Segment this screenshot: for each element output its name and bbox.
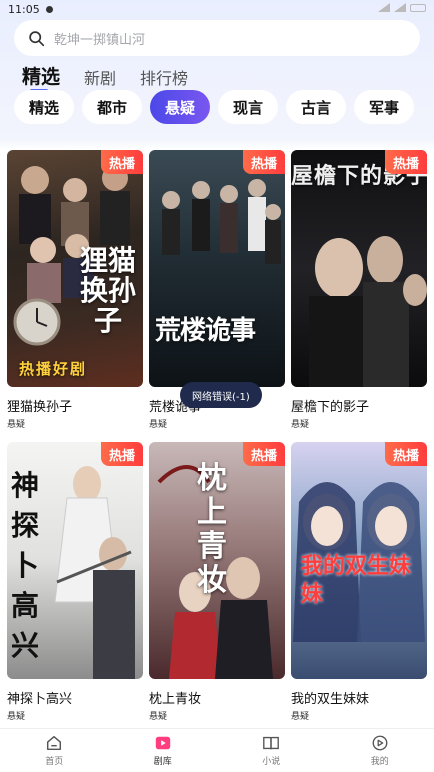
drama-title[interactable]: 我的双生妹妹 <box>291 688 427 707</box>
search-bar[interactable]: 乾坤一掷镇山河 <box>14 20 420 56</box>
status-bar: 11:05 <box>0 0 434 18</box>
category-urban[interactable]: 都市 <box>82 90 142 124</box>
hot-badge: 热播 <box>242 150 285 174</box>
hot-badge: 热播 <box>384 442 427 466</box>
category-featured[interactable]: 精选 <box>14 90 74 124</box>
hot-badge: 热播 <box>100 150 143 174</box>
drama-genre-tag: 悬疑 <box>7 712 26 722</box>
battery-icon <box>410 3 426 12</box>
cover-caption: 热播好剧 <box>19 360 88 378</box>
hot-badge: 热播 <box>384 150 427 174</box>
home-icon <box>47 735 62 751</box>
hot-badge: 热播 <box>100 442 143 466</box>
drama-card[interactable]: 狸猫换孙子 热播好剧 热播 狸猫换孙子 悬疑 <box>7 150 143 430</box>
drama-cover[interactable]: 神探卜高兴 热播 <box>7 442 143 679</box>
cover-title: 我的双生妹妹 <box>301 553 412 607</box>
top-tabs: 精选 新剧 排行榜 <box>22 62 188 92</box>
status-icons <box>378 3 426 12</box>
drama-title[interactable]: 狸猫换孙子 <box>7 396 143 415</box>
tab-new[interactable]: 新剧 <box>84 65 116 89</box>
drama-genre-tag: 悬疑 <box>291 712 310 722</box>
notification-icon <box>45 5 53 13</box>
cover-art <box>162 179 281 264</box>
drama-genre-tag: 悬疑 <box>149 420 168 430</box>
nav-label: 首页 <box>45 757 64 767</box>
category-ancient-romance[interactable]: 古言 <box>286 90 346 124</box>
drama-card[interactable]: 屋檐下的影子 热播 屋檐下的影子 悬疑 <box>291 150 427 430</box>
drama-card[interactable]: 神探卜高兴 热播 神探卜高兴 悬疑 <box>7 442 143 722</box>
nav-home[interactable]: 首页 <box>0 729 109 772</box>
drama-cover[interactable]: 我的双生妹妹 热播 <box>291 442 427 679</box>
tab-featured[interactable]: 精选 <box>22 62 60 92</box>
cover-title: 荒楼诡事 <box>155 316 256 346</box>
drama-card[interactable]: 枕上青妆 热播 枕上青妆 悬疑 <box>149 442 285 722</box>
drama-title[interactable]: 枕上青妆 <box>149 688 285 707</box>
category-chips: 精选 都市 悬疑 现言 古言 军事 <box>14 90 414 124</box>
category-suspense[interactable]: 悬疑 <box>150 90 210 124</box>
profile-icon <box>372 735 388 751</box>
tab-ranking[interactable]: 排行榜 <box>140 65 188 89</box>
error-toast: 网络错误(-1) <box>180 382 262 408</box>
search-placeholder: 乾坤一掷镇山河 <box>54 32 146 48</box>
play-icon <box>155 736 170 750</box>
drama-cover[interactable]: 屋檐下的影子 热播 <box>291 150 427 387</box>
cover-title: 枕上青妆 <box>197 461 227 598</box>
category-military[interactable]: 军事 <box>354 90 414 124</box>
drama-cover[interactable]: 狸猫换孙子 热播好剧 热播 <box>7 150 143 387</box>
hot-badge: 热播 <box>242 442 285 466</box>
drama-genre-tag: 悬疑 <box>291 420 310 430</box>
drama-genre-tag: 悬疑 <box>7 420 26 430</box>
drama-cover[interactable]: 荒楼诡事 热播 <box>149 150 285 387</box>
signal-icon <box>378 3 390 12</box>
nav-drama-library[interactable]: 剧库 <box>109 729 218 772</box>
nav-label: 小说 <box>262 757 281 767</box>
drama-title[interactable]: 神探卜高兴 <box>7 688 143 707</box>
search-icon <box>29 30 45 46</box>
drama-cover[interactable]: 枕上青妆 热播 <box>149 442 285 679</box>
status-time: 11:05 <box>8 2 40 16</box>
drama-title[interactable]: 屋檐下的影子 <box>291 396 427 415</box>
nav-novel[interactable]: 小说 <box>217 729 326 772</box>
drama-genre-tag: 悬疑 <box>149 712 168 722</box>
bottom-nav: 首页 剧库 小说 我的 <box>0 728 434 772</box>
wifi-icon <box>394 3 406 12</box>
nav-label: 我的 <box>370 757 389 767</box>
category-modern-romance[interactable]: 现言 <box>218 90 278 124</box>
drama-card[interactable]: 我的双生妹妹 热播 我的双生妹妹 悬疑 <box>291 442 427 722</box>
cover-title: 狸猫换孙子 <box>79 244 136 337</box>
nav-label: 剧库 <box>153 757 172 767</box>
cover-title: 神探卜高兴 <box>11 469 40 662</box>
book-icon <box>263 736 280 750</box>
nav-profile[interactable]: 我的 <box>326 729 434 772</box>
